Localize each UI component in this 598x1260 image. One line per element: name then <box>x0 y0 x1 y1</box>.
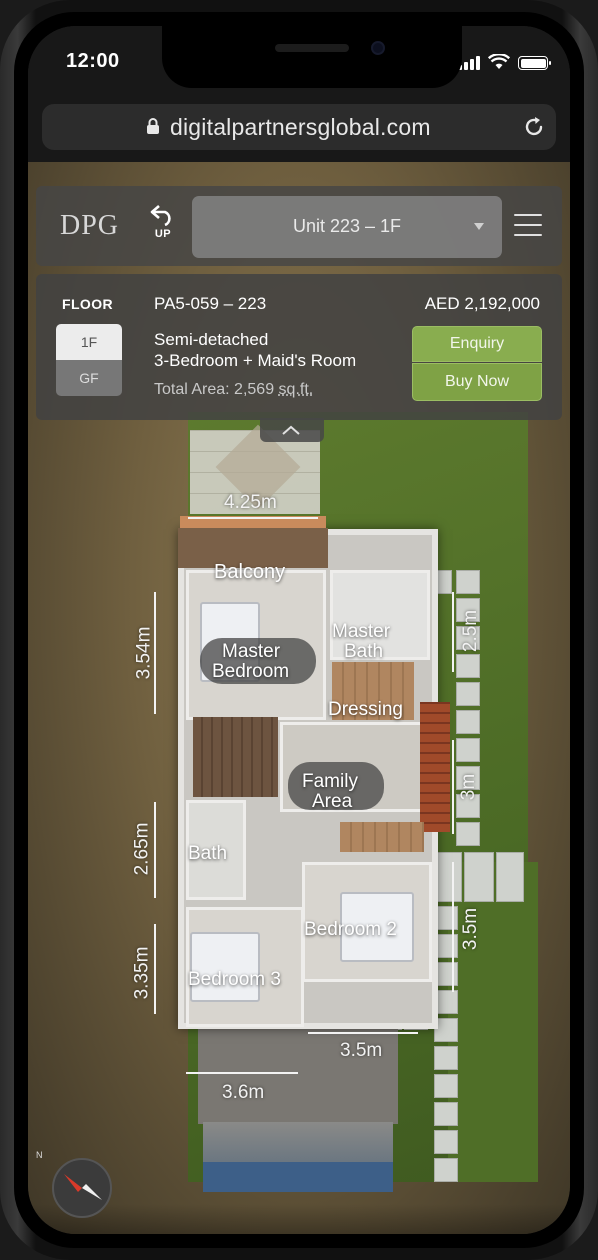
unit-type: Semi-detached 3-Bedroom + Maid's Room <box>154 329 356 371</box>
phone-bezel: 12:00 digitalpartnersglobal.com 4.25m 3.… <box>14 12 584 1248</box>
interior-staircase <box>193 717 278 797</box>
status-icons <box>458 54 551 70</box>
room-label-dressing: Dressing <box>328 699 403 720</box>
dim-stair-height: 3m <box>458 773 480 801</box>
wifi-icon <box>488 54 510 69</box>
enquiry-button[interactable]: Enquiry <box>412 326 542 362</box>
total-area-value: Total Area: 2,569 <box>154 381 275 398</box>
browser-toolbar: digitalpartnersglobal.com <box>28 100 570 162</box>
dim-line-master-bath <box>452 592 454 672</box>
room-label-master-bedroom-line2: Bedroom <box>212 661 290 682</box>
hall-floor <box>340 822 424 852</box>
floor-button-gf[interactable]: GF <box>56 360 122 396</box>
room-label-bath: Bath <box>188 843 228 864</box>
status-time: 12:00 <box>66 50 120 72</box>
chevron-up-icon <box>282 425 300 435</box>
compass-north-label: N <box>36 1150 43 1160</box>
collapse-panel-tab[interactable] <box>260 418 324 442</box>
dim-master-bath-height: 2.5m <box>460 609 482 653</box>
room-label-family-area-line1: Family <box>302 771 358 792</box>
phone-screen: 12:00 digitalpartnersglobal.com 4.25m 3.… <box>28 26 570 1234</box>
unit-selector-value: Unit 223 – 1F <box>292 216 402 236</box>
dim-bedroom3-width: 3.6m <box>222 1082 265 1103</box>
unit-type-line1: Semi-detached <box>154 330 269 349</box>
area-unit-toggle[interactable]: sq.ft. <box>279 381 314 398</box>
dim-line-top <box>188 517 318 519</box>
floor-button-1f[interactable]: 1F <box>56 324 122 360</box>
reload-icon[interactable] <box>522 115 546 139</box>
unit-info-panel: FLOOR 1F GF PA5-059 – 223 AED 2,192,000 … <box>36 274 562 420</box>
dim-master-height: 3.54m <box>133 626 155 680</box>
battery-icon <box>518 56 551 70</box>
pool <box>203 1162 393 1192</box>
dim-line-bedroom3 <box>154 924 156 1014</box>
undo-arrow-icon <box>150 205 171 226</box>
speaker-grille <box>275 44 349 52</box>
unit-selector-dropdown[interactable]: Unit 223 – 1F <box>192 196 502 258</box>
dim-top-width: 4.25m <box>224 492 277 513</box>
url-text: digitalpartnersglobal.com <box>170 114 431 140</box>
exterior-staircase <box>420 702 450 832</box>
dim-bedroom2-width: 3.5m <box>340 1040 383 1061</box>
notch <box>162 26 462 88</box>
room-label-master-bath-line1: Master <box>332 621 391 642</box>
unit-type-line2: 3-Bedroom + Maid's Room <box>154 351 357 370</box>
dim-line-bedroom3-width <box>186 1072 298 1074</box>
hamburger-menu-icon[interactable] <box>514 214 542 236</box>
dim-bedroom2-height: 3.5m <box>460 907 482 951</box>
lock-icon <box>147 118 159 134</box>
floor-title: FLOOR <box>62 296 113 312</box>
app-header: DPG UP Unit 223 – 1F <box>36 186 562 266</box>
dim-line-bath <box>154 802 156 898</box>
phone-frame: 12:00 digitalpartnersglobal.com 4.25m 3.… <box>0 0 598 1260</box>
bedroom-3-bed <box>190 932 260 1002</box>
room-label-family-area-line2: Area <box>312 791 353 812</box>
up-button[interactable]: UP <box>146 204 180 248</box>
total-area: Total Area: 2,569 sq.ft. <box>154 381 313 399</box>
up-label: UP <box>154 228 172 240</box>
front-camera <box>371 41 385 55</box>
room-label-bedroom-2: Bedroom 2 <box>304 919 397 940</box>
compass-icon[interactable] <box>50 1156 114 1220</box>
dim-bedroom3-height: 3.35m <box>131 946 153 1000</box>
unit-code: PA5-059 – 223 <box>154 294 267 313</box>
room-label-master-bedroom-line1: Master <box>222 641 281 662</box>
chevron-down-icon <box>474 223 484 230</box>
room-label-balcony: Balcony <box>214 561 286 583</box>
unit-price: AED 2,192,000 <box>424 294 540 313</box>
dim-line-bedroom2-width <box>308 1032 418 1034</box>
buy-now-button[interactable]: Buy Now <box>412 363 542 401</box>
dim-line-bedroom2 <box>452 862 454 992</box>
dim-line-stairs <box>452 740 454 834</box>
dim-bath-height: 2.65m <box>131 822 153 876</box>
room-label-master-bath-line2: Bath <box>344 641 384 662</box>
dpg-logo[interactable]: DPG <box>60 210 119 242</box>
room-label-bedroom-3: Bedroom 3 <box>188 969 281 990</box>
address-bar[interactable]: digitalpartnersglobal.com <box>42 104 556 150</box>
